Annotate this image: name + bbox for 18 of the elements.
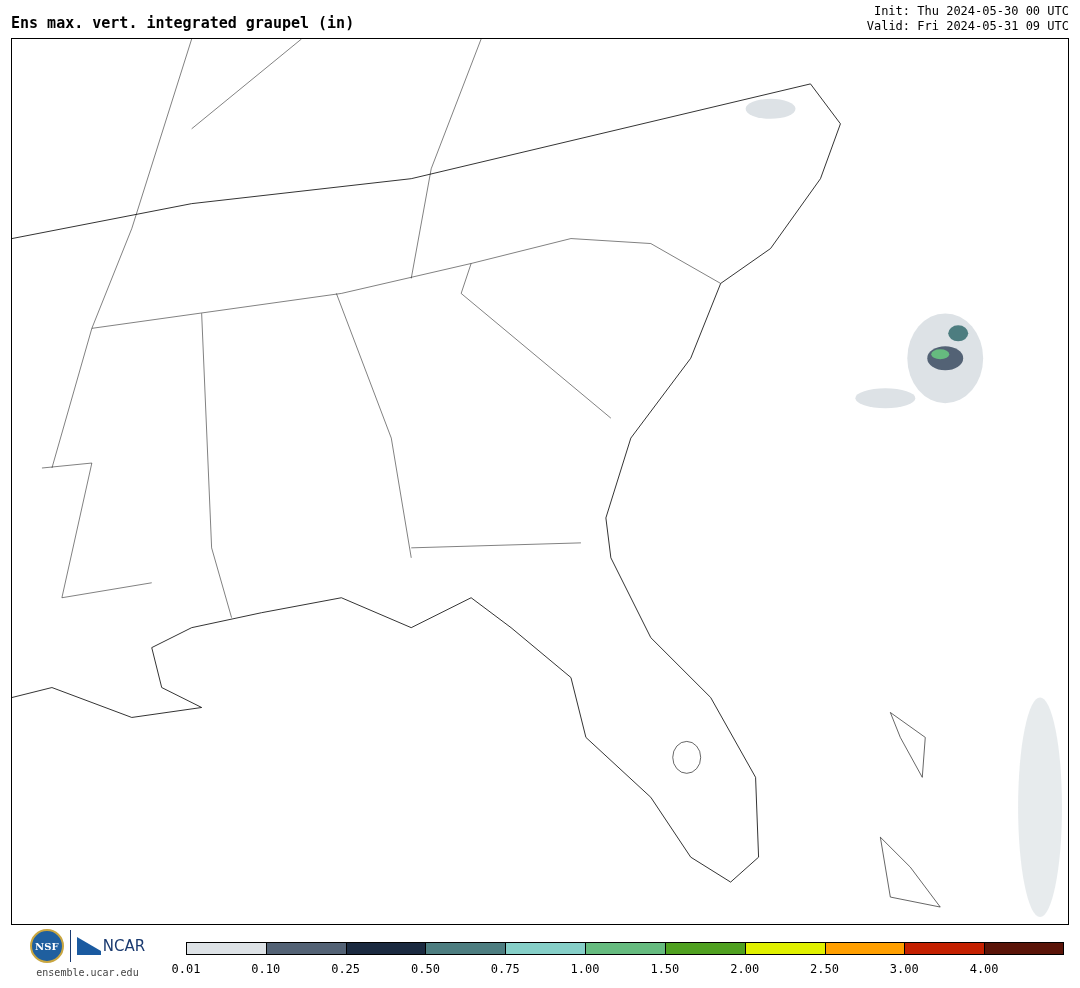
- nsf-logo: NSF: [29, 929, 64, 963]
- colorbar-label: 0.25: [331, 961, 361, 978]
- colorbar-label: 3.00: [889, 961, 919, 978]
- colorbar-label: 2.50: [810, 961, 839, 978]
- chart-title: Ens max. vert. integrated graupel (in): [11, 12, 355, 34]
- colorbar-label: 2.00: [730, 961, 760, 978]
- init-time: Init: Thu 2024-05-30 00 UTC: [873, 4, 1069, 19]
- ncar-logo: NCAR: [76, 934, 146, 958]
- colorbar-label: 0.10: [251, 961, 281, 978]
- colorbar-label: 0.75: [490, 961, 520, 978]
- valid-time: Valid: Fri 2024-05-31 09 UTC: [866, 19, 1069, 34]
- colorbar-label: 0.50: [411, 961, 440, 978]
- colorbar-label: 4.00: [969, 961, 999, 978]
- colorbar-label: 1.50: [650, 961, 680, 978]
- sail-icon: [76, 937, 101, 955]
- colorbar-label: 1.00: [570, 961, 600, 978]
- site-url: ensemble.ucar.edu: [36, 966, 139, 980]
- colorbar-label: 0.01: [171, 961, 201, 978]
